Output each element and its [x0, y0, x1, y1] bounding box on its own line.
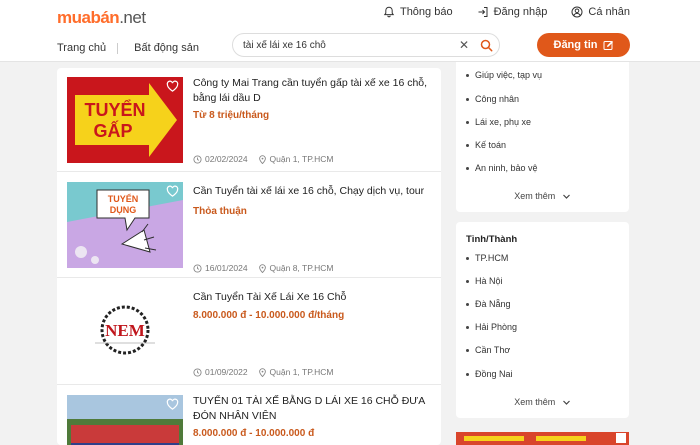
ad-banner[interactable]: [456, 432, 629, 445]
listing-thumbnail[interactable]: [67, 395, 183, 445]
listing-meta: 01/09/2022 Quận 1, TP.HCM: [193, 367, 333, 377]
ad-banner-graphic: [456, 432, 629, 445]
logo-tld-text: .net: [119, 8, 146, 27]
category-filter-panel: Giúp việc, tạp vụ Công nhân Lái xe, phụ …: [456, 62, 629, 212]
region-item[interactable]: Đồng Nai: [466, 369, 513, 379]
listing-item[interactable]: TUYỂN GẤP Công ty Mai Trang cần tuyển gấ…: [57, 68, 441, 172]
favorite-heart-icon[interactable]: [166, 80, 179, 93]
thumb-logo-text: NEM: [105, 321, 145, 340]
listing-price: Thỏa thuận: [193, 206, 247, 217]
show-more-label: Xem thêm: [514, 397, 556, 407]
listing-thumbnail[interactable]: TUYỂN DỤNG: [67, 182, 183, 268]
main-nav: Trang chủ Bất động sản: [57, 42, 199, 54]
post-listing-label: Đăng tin: [553, 39, 598, 51]
listing-item[interactable]: TUYỂN 01 TÀI XẾ BẰNG D LÁI XE 16 CHỖ ĐƯA…: [57, 385, 441, 445]
logo-brand-text: muabán: [57, 8, 120, 27]
thumb-text-line1: TUYỂN: [84, 99, 145, 120]
category-item[interactable]: Lái xe, phụ xe: [466, 117, 531, 127]
listing-price: 8.000.000 đ - 10.000.000 đ: [193, 428, 315, 439]
login-label: Đăng nhập: [493, 6, 548, 18]
clock-icon: [193, 154, 202, 164]
post-listing-button[interactable]: Đăng tin: [537, 33, 630, 57]
listing-meta: 02/02/2024 Quận 1, TP.HCM: [193, 154, 333, 164]
search-icon[interactable]: [480, 39, 493, 52]
login-icon: [478, 7, 488, 17]
show-more-categories[interactable]: Xem thêm: [456, 191, 629, 201]
region-item[interactable]: TP.HCM: [466, 253, 508, 263]
listing-title[interactable]: TUYỂN 01 TÀI XẾ BẰNG D LÁI XE 16 CHỖ ĐƯA…: [193, 394, 433, 424]
top-links: Thông báo Đăng nhập Cá nhân: [383, 6, 630, 18]
category-item[interactable]: Công nhân: [466, 94, 519, 104]
show-more-label: Xem thêm: [514, 191, 556, 201]
login-link[interactable]: Đăng nhập: [477, 6, 548, 18]
listing-location: Quận 1, TP.HCM: [258, 154, 333, 164]
listing-date: 02/02/2024: [193, 154, 248, 164]
thumb-text-line1: TUYỂN: [108, 193, 139, 204]
location-pin-icon: [258, 154, 266, 164]
listing-date: 16/01/2024: [193, 263, 248, 273]
clock-icon: [193, 367, 202, 377]
listing-thumbnail[interactable]: TUYỂN GẤP: [67, 77, 183, 163]
listing-meta: 16/01/2024 Quận 8, TP.HCM: [193, 263, 333, 273]
chevron-down-icon: [562, 400, 570, 405]
notifications-link[interactable]: Thông báo: [383, 6, 453, 18]
notifications-label: Thông báo: [399, 6, 453, 18]
listing-item[interactable]: NEM Cần Tuyển Tài Xế Lái Xe 16 Chỗ 8.000…: [57, 278, 441, 385]
user-icon: [571, 6, 583, 18]
chevron-down-icon: [562, 194, 570, 199]
listing-price: 8.000.000 đ - 10.000.000 đ/tháng: [193, 310, 345, 321]
region-item[interactable]: Hà Nội: [466, 276, 503, 286]
category-item[interactable]: Kế toán: [466, 140, 506, 150]
listing-thumbnail[interactable]: NEM: [67, 288, 183, 374]
location-pin-icon: [258, 367, 266, 377]
clear-search-icon[interactable]: ✕: [459, 39, 469, 51]
listing-results: TUYỂN GẤP Công ty Mai Trang cần tuyển gấ…: [57, 68, 441, 445]
search-input[interactable]: [243, 37, 453, 53]
bell-icon: [383, 6, 395, 18]
thumb-text-line2: GẤP: [93, 120, 132, 141]
clock-icon: [193, 263, 202, 273]
listing-price: Từ 8 triệu/tháng: [193, 110, 270, 121]
favorite-heart-icon[interactable]: [166, 185, 179, 198]
region-item[interactable]: Hải Phòng: [466, 322, 517, 332]
company-logo-image: NEM: [67, 288, 183, 374]
account-label: Cá nhân: [588, 6, 630, 18]
listing-title[interactable]: Cần Tuyển tài xế lái xe 16 chỗ, Chạy dịc…: [193, 184, 433, 199]
region-item[interactable]: Cần Thơ: [466, 345, 510, 355]
listing-location: Quận 8, TP.HCM: [258, 263, 333, 273]
listing-location: Quận 1, TP.HCM: [258, 367, 333, 377]
account-link[interactable]: Cá nhân: [571, 6, 630, 18]
edit-icon: [603, 40, 613, 50]
region-filter-title: Tỉnh/Thành: [466, 234, 518, 245]
thumb-text-line2: DỤNG: [110, 205, 137, 215]
region-filter-panel: Tỉnh/Thành TP.HCM Hà Nội Đà Nẵng Hải Phò…: [456, 222, 629, 418]
category-item[interactable]: Giúp việc, tạp vụ: [466, 70, 542, 80]
nav-home[interactable]: Trang chủ: [57, 42, 106, 54]
site-logo[interactable]: muabán.net: [57, 8, 146, 28]
listing-date: 01/09/2022: [193, 367, 248, 377]
favorite-heart-icon[interactable]: [166, 398, 179, 411]
show-more-regions[interactable]: Xem thêm: [456, 397, 629, 407]
listing-title[interactable]: Cần Tuyển Tài Xế Lái Xe 16 Chỗ: [193, 290, 433, 305]
nav-real-estate[interactable]: Bất động sản: [134, 42, 199, 54]
site-header: muabán.net Thông báo Đăng nhập Cá nhân T…: [0, 0, 700, 62]
category-item[interactable]: An ninh, bảo vệ: [466, 163, 538, 173]
location-pin-icon: [258, 263, 266, 273]
nav-divider: [117, 43, 118, 54]
region-item[interactable]: Đà Nẵng: [466, 299, 511, 309]
listing-title[interactable]: Công ty Mai Trang cần tuyển gấp tài xế x…: [193, 76, 433, 106]
listing-item[interactable]: TUYỂN DỤNG Cần Tuyển tài xế lái xe 16 ch…: [57, 172, 441, 278]
search-box: ✕: [232, 33, 500, 57]
